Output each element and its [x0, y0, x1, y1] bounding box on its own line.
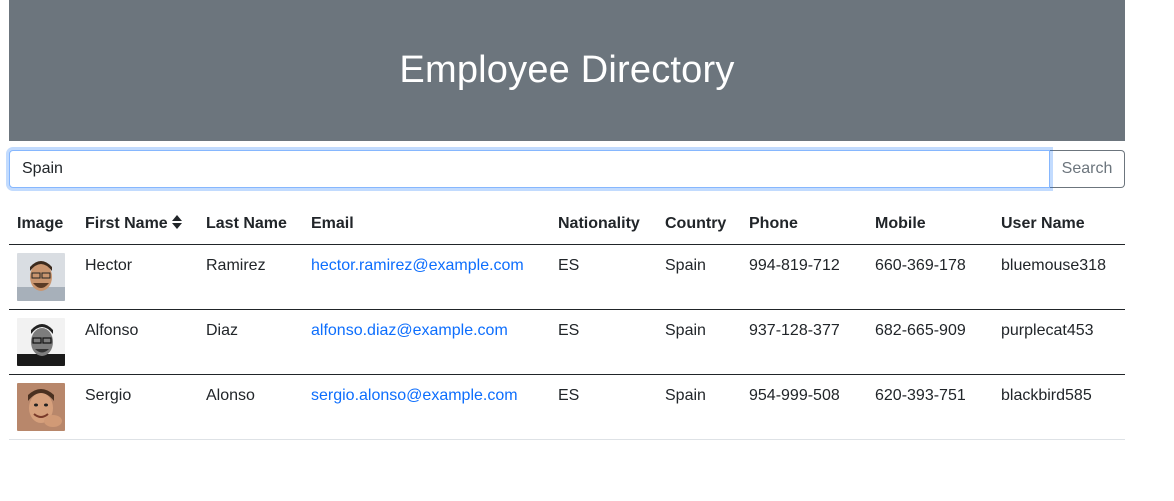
email-cell: alfonso.diaz@example.com [303, 309, 550, 375]
nationality-cell: ES [550, 309, 657, 375]
table-row: Alfonso Diaz alfonso.diaz@example.com ES… [9, 309, 1125, 375]
employee-table: Image First Name Last Name Email Nationa… [9, 204, 1125, 440]
mobile-cell: 682-665-909 [867, 309, 993, 375]
column-header-mobile: Mobile [867, 204, 993, 245]
column-header-nationality: Nationality [550, 204, 657, 245]
page: Employee Directory Search Image First Na… [0, 0, 1174, 501]
last-name-cell: Ramirez [198, 244, 303, 310]
username-cell: bluemouse318 [993, 244, 1125, 310]
search-input[interactable] [9, 150, 1050, 188]
email-link[interactable]: alfonso.diaz@example.com [311, 322, 508, 339]
email-cell: hector.ramirez@example.com [303, 244, 550, 310]
image-cell [9, 244, 77, 310]
column-header-last-name: Last Name [198, 204, 303, 245]
column-header-first-name-label: First Name [85, 214, 168, 232]
column-header-first-name[interactable]: First Name [77, 204, 198, 245]
last-name-cell: Alonso [198, 374, 303, 440]
search-bar: Search [9, 150, 1125, 188]
table-row: Sergio Alonso sergio.alonso@example.com … [9, 374, 1125, 440]
avatar [17, 383, 65, 431]
image-cell [9, 374, 77, 440]
first-name-cell: Hector [77, 244, 198, 310]
first-name-cell: Sergio [77, 374, 198, 440]
country-cell: Spain [657, 309, 741, 375]
search-button[interactable]: Search [1050, 150, 1125, 188]
last-name-cell: Diaz [198, 309, 303, 375]
email-cell: sergio.alonso@example.com [303, 374, 550, 440]
phone-cell: 994-819-712 [741, 244, 867, 310]
nationality-cell: ES [550, 244, 657, 310]
mobile-cell: 620-393-751 [867, 374, 993, 440]
table-row: Hector Ramirez hector.ramirez@example.co… [9, 244, 1125, 310]
username-cell: blackbird585 [993, 374, 1125, 440]
column-header-image: Image [9, 204, 77, 245]
email-link[interactable]: sergio.alonso@example.com [311, 387, 518, 404]
first-name-cell: Alfonso [77, 309, 198, 375]
image-cell [9, 309, 77, 375]
sort-icon[interactable] [171, 214, 182, 234]
country-cell: Spain [657, 244, 741, 310]
column-header-username: User Name [993, 204, 1125, 245]
email-link[interactable]: hector.ramirez@example.com [311, 257, 524, 274]
column-header-phone: Phone [741, 204, 867, 245]
page-title: Employee Directory [399, 49, 735, 91]
avatar [17, 318, 65, 366]
phone-cell: 937-128-377 [741, 309, 867, 375]
mobile-cell: 660-369-178 [867, 244, 993, 310]
nationality-cell: ES [550, 374, 657, 440]
username-cell: purplecat453 [993, 309, 1125, 375]
column-header-email: Email [303, 204, 550, 245]
page-header: Employee Directory [9, 0, 1125, 141]
country-cell: Spain [657, 374, 741, 440]
phone-cell: 954-999-508 [741, 374, 867, 440]
table-header-row: Image First Name Last Name Email Nationa… [9, 204, 1125, 245]
column-header-country: Country [657, 204, 741, 245]
avatar [17, 253, 65, 301]
